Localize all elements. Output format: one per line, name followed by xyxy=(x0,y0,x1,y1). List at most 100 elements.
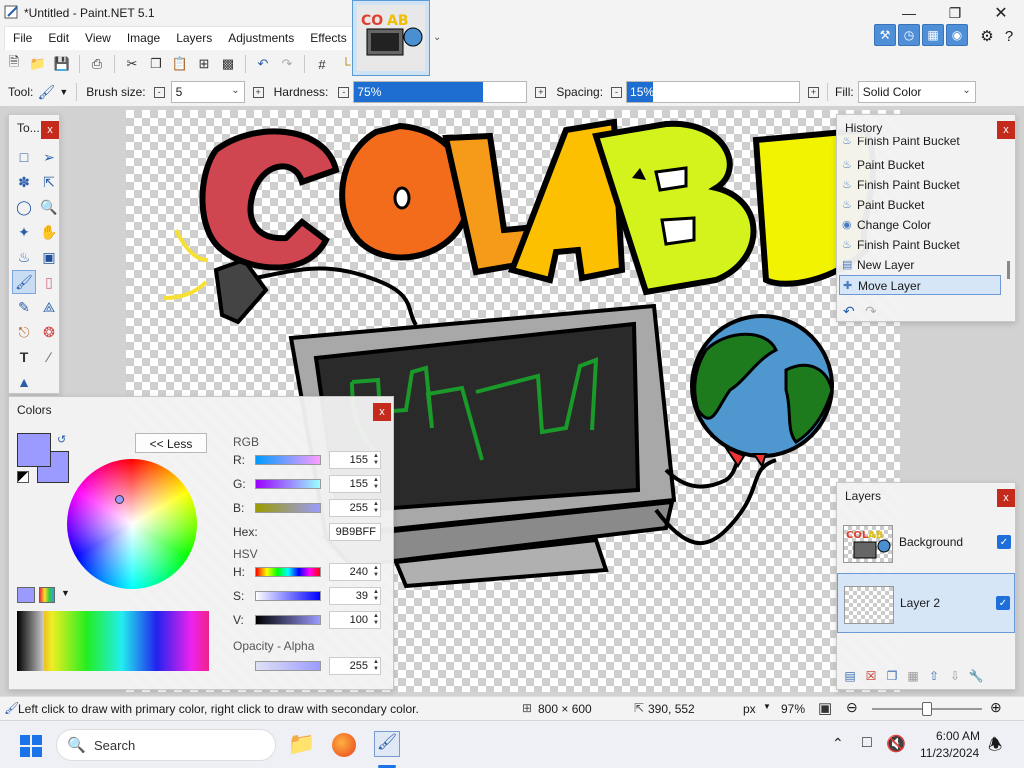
clone-stamp-icon[interactable]: ⎋ xyxy=(12,320,36,344)
move-selected-icon[interactable]: ➢ xyxy=(37,145,61,169)
history-item[interactable]: ♨ Paint Bucket xyxy=(839,155,1001,175)
close-icon[interactable]: ✕ xyxy=(978,0,1024,26)
spinner-icon[interactable]: ▲ ▼ xyxy=(373,565,379,579)
paintbrush-icon[interactable]: 🖌 xyxy=(12,270,36,294)
colors-window-toggle-icon[interactable]: ◉ xyxy=(946,24,968,46)
tool-dropdown-caret-icon[interactable]: ▼ xyxy=(59,87,68,97)
close-icon[interactable]: x xyxy=(997,489,1015,507)
paintnet-app-icon[interactable] xyxy=(4,4,20,20)
blue-slider[interactable] xyxy=(255,503,321,513)
windows-start-icon[interactable] xyxy=(20,735,42,757)
maximize-icon[interactable]: ❐ xyxy=(932,0,978,26)
zoom-slider-thumb[interactable] xyxy=(922,702,932,716)
history-item[interactable]: ♨ Paint Bucket xyxy=(839,195,1001,215)
zoom-level[interactable]: 97% xyxy=(781,702,805,716)
blue-input[interactable]: 255 ▲ ▼ xyxy=(329,499,381,517)
layer-row-background[interactable]: COL AB Background ✓ xyxy=(837,513,1015,573)
hardness-slider[interactable]: 75% xyxy=(353,81,528,103)
primary-color-swatch[interactable] xyxy=(17,433,51,467)
chevron-down-icon[interactable]: ▼ xyxy=(763,702,771,711)
history-item[interactable]: ◉ Change Color xyxy=(839,215,1001,235)
new-file-icon[interactable]: 🗎 xyxy=(4,54,24,74)
color-picker-icon[interactable]: ⟁ xyxy=(37,295,61,319)
green-input[interactable]: 155 ▲ ▼ xyxy=(329,475,381,493)
close-icon[interactable]: x xyxy=(41,121,59,139)
layer-properties-icon[interactable]: 🔧 xyxy=(967,667,985,685)
ellipse-select-icon[interactable]: ◯ xyxy=(12,195,36,219)
hardness-decrease-icon[interactable]: - xyxy=(338,86,350,98)
brush-size-increase-icon[interactable]: + xyxy=(252,86,264,98)
move-selection-icon[interactable]: ⇱ xyxy=(37,170,61,194)
close-icon[interactable]: x xyxy=(373,403,391,421)
deselect-icon[interactable]: ▩ xyxy=(218,54,238,74)
menu-image[interactable]: Image xyxy=(119,27,168,49)
hue-input[interactable]: 240 ▲ ▼ xyxy=(329,563,381,581)
network-icon[interactable]: □ xyxy=(862,734,872,752)
undo-icon[interactable]: ↶ xyxy=(843,303,855,320)
menu-file[interactable]: File xyxy=(5,27,40,49)
merge-layer-icon[interactable]: ▦ xyxy=(904,667,922,685)
move-layer-down-icon[interactable]: ⇩ xyxy=(946,667,964,685)
history-window-toggle-icon[interactable]: ◷ xyxy=(898,24,920,46)
copy-icon[interactable]: ❐ xyxy=(146,54,166,74)
zoom-to-window-icon[interactable]: ▣ xyxy=(818,699,832,717)
hardness-increase-icon[interactable]: + xyxy=(535,86,547,98)
color-palette[interactable] xyxy=(17,611,209,671)
menu-effects[interactable]: Effects xyxy=(302,27,354,49)
reset-colors-icon[interactable] xyxy=(17,471,29,483)
history-item[interactable]: ♨ Finish Paint Bucket xyxy=(839,235,1001,255)
move-layer-up-icon[interactable]: ⇧ xyxy=(925,667,943,685)
volume-icon[interactable]: 🔇 xyxy=(886,734,906,754)
red-input[interactable]: 155 ▲ ▼ xyxy=(329,451,381,469)
red-slider[interactable] xyxy=(255,455,321,465)
lasso-select-icon[interactable]: ✽ xyxy=(12,170,36,194)
undo-icon[interactable]: ↶ xyxy=(253,54,273,74)
history-scrollbar[interactable] xyxy=(1007,261,1010,279)
green-slider[interactable] xyxy=(255,479,321,489)
brush-size-select[interactable]: 5 ⌄ xyxy=(170,81,245,103)
layers-window-toggle-icon[interactable]: ▦ xyxy=(922,24,944,46)
delete-layer-icon[interactable]: ☒ xyxy=(862,667,880,685)
recolor-icon[interactable]: ❂ xyxy=(37,320,61,344)
value-slider[interactable] xyxy=(255,615,321,625)
duplicate-layer-icon[interactable]: ❐ xyxy=(883,667,901,685)
spacing-increase-icon[interactable]: + xyxy=(808,86,820,98)
minimize-icon[interactable]: — xyxy=(886,0,932,26)
tools-window-toggle-icon[interactable]: ⚒ xyxy=(874,24,896,46)
menu-edit[interactable]: Edit xyxy=(40,27,77,49)
rectangle-select-icon[interactable]: □ xyxy=(12,145,36,169)
notification-bell-icon[interactable]: 🕭 xyxy=(988,734,1002,761)
gradient-icon[interactable]: ▣ xyxy=(37,245,61,269)
brush-size-decrease-icon[interactable]: - xyxy=(153,86,165,98)
history-item[interactable]: ▤ New Layer xyxy=(839,255,1001,275)
chevron-down-icon[interactable]: ⌄ xyxy=(433,32,441,43)
open-folder-icon[interactable]: 📁 xyxy=(28,54,48,74)
saturation-slider[interactable] xyxy=(255,591,321,601)
paint-bucket-icon[interactable]: ♨ xyxy=(12,245,36,269)
spinner-icon[interactable]: ▲ ▼ xyxy=(373,501,379,515)
menu-view[interactable]: View xyxy=(77,27,119,49)
grid-icon[interactable]: # xyxy=(312,54,332,74)
layer-visibility-checkbox[interactable]: ✓ xyxy=(996,596,1010,610)
layer-visibility-checkbox[interactable]: ✓ xyxy=(997,535,1011,549)
add-layer-icon[interactable]: ▤ xyxy=(841,667,859,685)
less-button[interactable]: << Less xyxy=(135,433,207,453)
layer-row-layer-2[interactable]: Layer 2 ✓ xyxy=(837,573,1015,633)
spinner-icon[interactable]: ▲ ▼ xyxy=(373,477,379,491)
magic-wand-icon[interactable]: ✦ xyxy=(12,220,36,244)
hue-slider[interactable] xyxy=(255,567,321,577)
help-icon[interactable]: ? xyxy=(1000,27,1018,45)
redo-icon[interactable]: ↷ xyxy=(865,303,877,320)
text-icon[interactable]: T xyxy=(12,345,36,369)
history-item[interactable]: ♨ Finish Paint Bucket xyxy=(839,175,1001,195)
firefox-icon[interactable] xyxy=(332,733,356,757)
palette-menu-icon[interactable] xyxy=(39,587,55,603)
history-item[interactable]: ♨ Finish Paint Bucket xyxy=(839,137,1001,151)
chevron-up-icon[interactable]: ⌃ xyxy=(832,735,844,752)
clock-date[interactable]: 11/23/2024 xyxy=(920,746,979,760)
swap-colors-icon[interactable]: ↺ xyxy=(57,433,66,446)
chevron-down-icon[interactable]: ▼ xyxy=(61,588,70,598)
alpha-input[interactable]: 255 ▲ ▼ xyxy=(329,657,381,675)
taskbar-search-box[interactable]: 🔍 Search xyxy=(56,729,276,761)
clock-time[interactable]: 6:00 AM xyxy=(936,729,980,743)
